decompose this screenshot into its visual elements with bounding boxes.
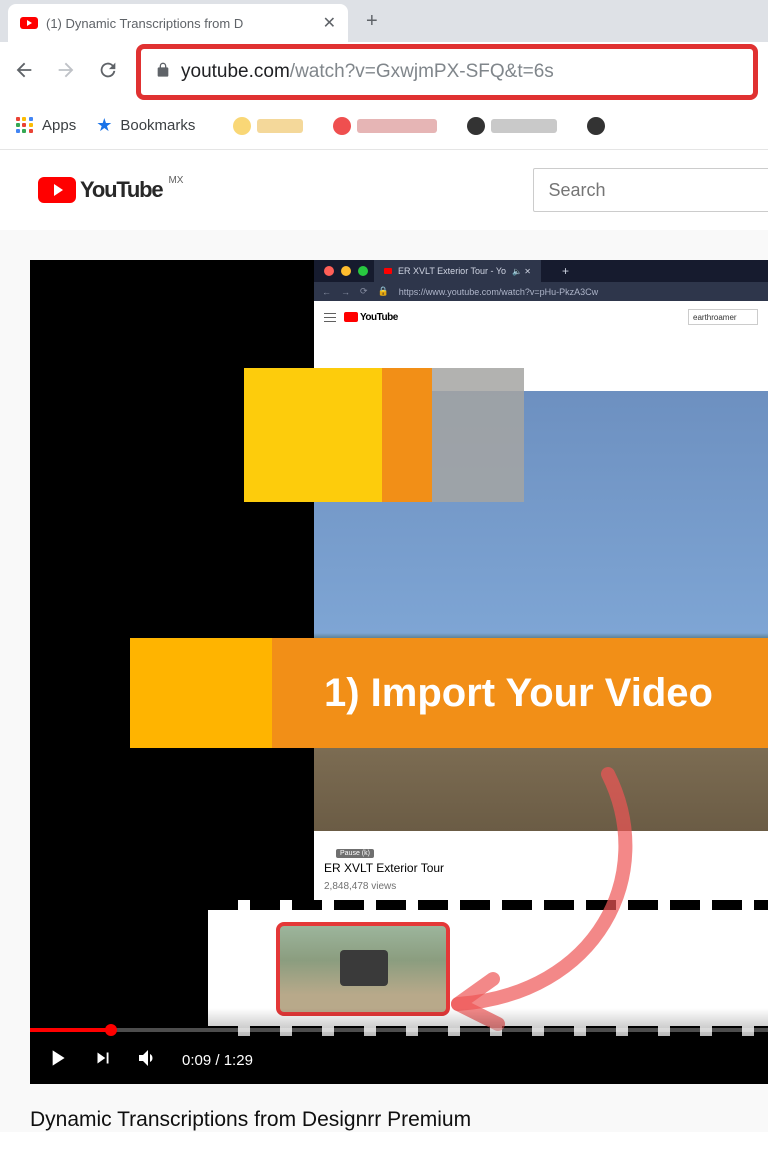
- bookmark-items: [233, 117, 605, 135]
- back-button[interactable]: [10, 59, 38, 86]
- inner-video-title: ER XVLT Exterior Tour: [324, 861, 444, 875]
- inner-url-bar: ← → ⟳ 🔒 https://www.youtube.com/watch?v=…: [314, 282, 768, 301]
- inner-url-text: https://www.youtube.com/watch?v=pHu-PkzA…: [399, 287, 598, 297]
- inner-youtube-logo: YouTube: [344, 312, 398, 323]
- inner-video-views: 2,848,478 views: [324, 881, 396, 892]
- search-container: [533, 168, 768, 212]
- inner-back-icon: ←: [322, 287, 331, 297]
- url-bar[interactable]: youtube.com/watch?v=GxwjmPX-SFQ&t=6s: [136, 44, 758, 100]
- overlay-orange-strip: [382, 368, 432, 502]
- bookmark-item[interactable]: [233, 117, 303, 135]
- browser-toolbar: youtube.com/watch?v=GxwjmPX-SFQ&t=6s: [0, 42, 768, 102]
- tab-title: (1) Dynamic Transcriptions from D: [46, 16, 315, 31]
- arrow-left-icon: [13, 59, 35, 81]
- inner-search-input: earthroamer: [688, 309, 758, 325]
- inner-youtube-header: YouTube earthroamer: [314, 301, 768, 333]
- bookmark-item[interactable]: [333, 117, 437, 135]
- region-code: MX: [168, 175, 183, 186]
- browser-tab[interactable]: (1) Dynamic Transcriptions from D ✕: [8, 4, 348, 42]
- youtube-logo[interactable]: YouTube MX: [38, 177, 181, 203]
- overlay-banner: 1) Import Your Video: [130, 638, 768, 748]
- inner-tab-icons: 🔈 ✕: [512, 267, 531, 276]
- inner-new-tab-icon: +: [562, 264, 569, 278]
- lock-icon: [155, 62, 171, 83]
- current-time: 0:09: [182, 1052, 211, 1069]
- video-area: ER XVLT Exterior Tour - Yo 🔈 ✕ + ← → ⟳ 🔒…: [0, 230, 768, 1132]
- overlay-banner-text: 1) Import Your Video: [272, 638, 768, 748]
- inner-browser-tab: ER XVLT Exterior Tour - Yo 🔈 ✕: [374, 260, 541, 282]
- volume-button[interactable]: [136, 1046, 160, 1075]
- youtube-favicon-icon: [20, 17, 38, 29]
- url-path: /watch?v=GxwjmPX-SFQ&t=6s: [290, 61, 554, 82]
- browser-tab-bar: (1) Dynamic Transcriptions from D ✕ +: [0, 0, 768, 42]
- url-domain: youtube.com: [181, 61, 290, 82]
- progress-bar[interactable]: [30, 1028, 768, 1032]
- forward-button[interactable]: [52, 59, 80, 86]
- star-icon: ★: [96, 115, 112, 136]
- bookmarks-label: Bookmarks: [120, 117, 195, 134]
- close-tab-icon[interactable]: ✕: [323, 13, 336, 33]
- inner-tab-title: ER XVLT Exterior Tour - Yo: [398, 266, 506, 276]
- bookmarks-bar: Apps ★ Bookmarks: [0, 102, 768, 150]
- apps-button[interactable]: Apps: [16, 117, 76, 135]
- inner-forward-icon: →: [341, 287, 350, 297]
- youtube-header: YouTube MX: [0, 150, 768, 230]
- duration: 1:29: [224, 1052, 253, 1069]
- overlay-gray-block: [432, 368, 524, 502]
- next-button[interactable]: [92, 1047, 114, 1074]
- bookmark-item[interactable]: [467, 117, 557, 135]
- inner-reload-icon: ⟳: [360, 286, 368, 297]
- reload-icon: [97, 59, 119, 81]
- inner-browser: ER XVLT Exterior Tour - Yo 🔈 ✕ + ← → ⟳ 🔒…: [314, 260, 768, 921]
- apps-grid-icon: [16, 117, 34, 135]
- inner-pause-tooltip: Pause (k): [336, 849, 374, 858]
- player-controls: 0:09 / 1:29: [44, 1045, 253, 1076]
- video-title: Dynamic Transcriptions from Designrr Pre…: [30, 1084, 768, 1132]
- bookmark-item[interactable]: [587, 117, 605, 135]
- time-display: 0:09 / 1:29: [182, 1052, 253, 1069]
- video-player[interactable]: ER XVLT Exterior Tour - Yo 🔈 ✕ + ← → ⟳ 🔒…: [30, 260, 768, 1084]
- play-button[interactable]: [44, 1045, 70, 1076]
- reload-button[interactable]: [94, 59, 122, 86]
- filmstrip-thumbnail: [276, 922, 450, 1016]
- inner-hamburger-icon: [324, 313, 336, 322]
- inner-lock-icon: 🔒: [378, 286, 389, 297]
- search-input[interactable]: [533, 168, 768, 212]
- overlay-banner-yellow: [130, 638, 272, 748]
- youtube-play-icon: [38, 177, 76, 203]
- arrow-right-icon: [55, 59, 77, 81]
- apps-label: Apps: [42, 117, 76, 134]
- bookmarks-button[interactable]: ★ Bookmarks: [96, 115, 195, 136]
- overlay-yellow-block: [244, 368, 382, 502]
- new-tab-button[interactable]: +: [366, 10, 378, 33]
- youtube-wordmark: YouTube: [80, 177, 162, 203]
- url-text: youtube.com/watch?v=GxwjmPX-SFQ&t=6s: [181, 61, 554, 83]
- progress-fill: [30, 1028, 111, 1032]
